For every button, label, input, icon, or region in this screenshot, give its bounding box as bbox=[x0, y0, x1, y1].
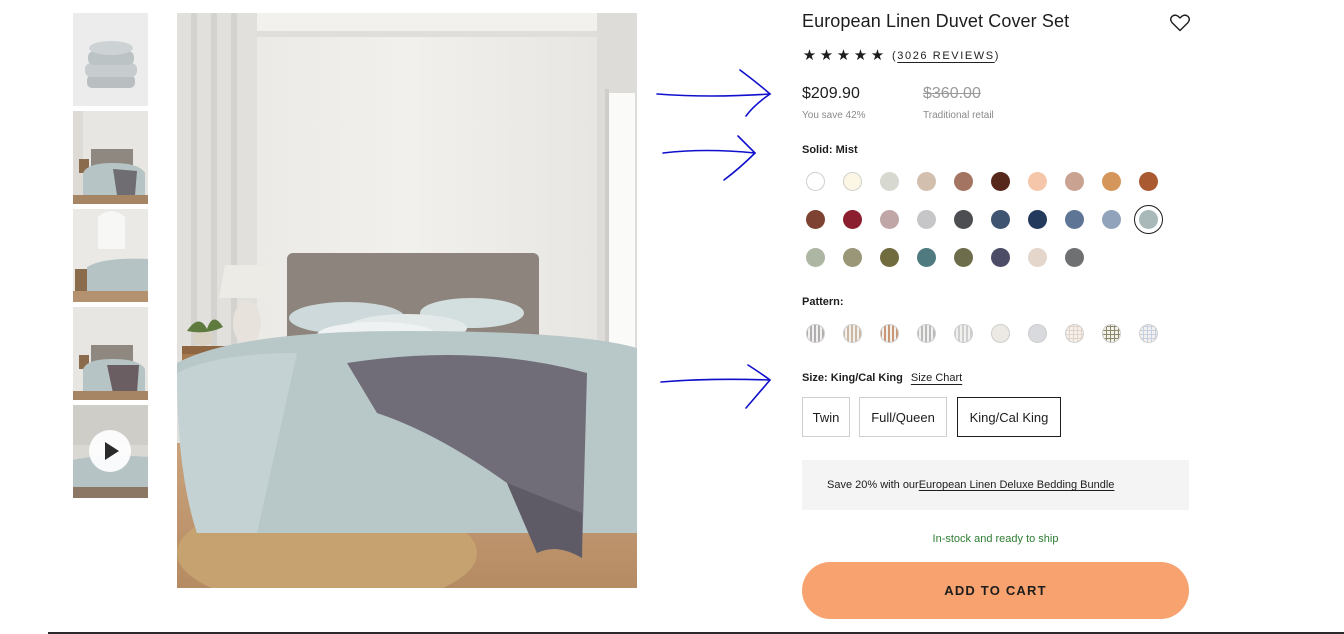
swatch-dusk-blue[interactable] bbox=[1102, 210, 1121, 229]
swatch-fog[interactable] bbox=[880, 172, 899, 191]
thumbnail-bed-throw[interactable] bbox=[73, 307, 148, 400]
swatch-slate-blue[interactable] bbox=[1065, 210, 1084, 229]
swatch-white[interactable] bbox=[806, 172, 825, 191]
swatch-rust[interactable] bbox=[1139, 172, 1158, 191]
size-option-king-cal-king[interactable]: King/Cal King bbox=[957, 397, 1061, 437]
swatch-peach[interactable] bbox=[1028, 172, 1047, 191]
savings-text: You save 42% bbox=[802, 110, 866, 121]
swatch-blush[interactable] bbox=[1065, 172, 1084, 191]
star-icon: ★ bbox=[870, 46, 885, 64]
pattern-swatch-stripe-sand[interactable] bbox=[843, 324, 862, 343]
swatch-teal[interactable] bbox=[917, 248, 936, 267]
star-icon: ★ bbox=[853, 46, 868, 64]
annotation-arrows bbox=[656, 69, 772, 409]
size-option-full-queen[interactable]: Full/Queen bbox=[859, 397, 947, 437]
swatch-olive-grey[interactable] bbox=[843, 248, 862, 267]
swatch-espresso[interactable] bbox=[991, 172, 1010, 191]
swatch-pebble[interactable] bbox=[917, 210, 936, 229]
swatch-amber[interactable] bbox=[1102, 172, 1121, 191]
main-product-image bbox=[177, 13, 637, 588]
bundle-link[interactable]: European Linen Deluxe Bedding Bundle bbox=[919, 479, 1115, 491]
size-chart-link[interactable]: Size Chart bbox=[911, 372, 962, 384]
swatch-navy[interactable] bbox=[1028, 210, 1047, 229]
pattern-swatch-solid-silver[interactable] bbox=[1028, 324, 1047, 343]
swatch-pinstripe-grey[interactable] bbox=[1065, 248, 1084, 267]
reviews-close-paren: ) bbox=[994, 49, 1000, 62]
size-label-text: Size: bbox=[802, 372, 828, 384]
play-icon[interactable] bbox=[89, 430, 131, 472]
thumbnail-folded-bedding[interactable] bbox=[73, 13, 148, 106]
size-selected-value: King/Cal King bbox=[830, 372, 903, 384]
swatch-sage[interactable] bbox=[806, 248, 825, 267]
swatch-mauve[interactable] bbox=[880, 210, 899, 229]
reviews-count: (3026 REVIEWS) bbox=[892, 50, 1000, 62]
reviews-link[interactable]: 3026 REVIEWS bbox=[897, 50, 994, 62]
heart-icon[interactable] bbox=[1170, 14, 1190, 32]
size-label: Size: King/Cal King Size Chart bbox=[802, 372, 962, 384]
original-price: $360.00 bbox=[923, 85, 981, 102]
sale-price: $209.90 bbox=[802, 85, 860, 102]
stock-status: In-stock and ready to ship bbox=[932, 533, 1059, 545]
solid-label-text: Solid: bbox=[802, 144, 833, 156]
pattern-swatch-grid-blush[interactable] bbox=[1065, 324, 1084, 343]
swatch-cream[interactable] bbox=[843, 172, 862, 191]
pattern-swatch-stripe-rust[interactable] bbox=[880, 324, 899, 343]
pattern-swatch-grid-olive[interactable] bbox=[1102, 324, 1121, 343]
swatch-oat[interactable] bbox=[1028, 248, 1047, 267]
swatch-crimson[interactable] bbox=[843, 210, 862, 229]
bundle-promo: Save 20% with our European Linen Deluxe … bbox=[802, 460, 1189, 510]
swatch-clay[interactable] bbox=[954, 172, 973, 191]
pattern-swatch-solid-ivory[interactable] bbox=[991, 324, 1010, 343]
thumbnail-bed-side[interactable] bbox=[73, 209, 148, 302]
swatch-charcoal[interactable] bbox=[954, 210, 973, 229]
product-title: European Linen Duvet Cover Set bbox=[802, 11, 1070, 31]
solid-selected-value: Mist bbox=[835, 144, 858, 156]
star-icon: ★ bbox=[836, 46, 851, 64]
swatch-moss[interactable] bbox=[954, 248, 973, 267]
bundle-promo-text: Save 20% with our bbox=[827, 479, 919, 491]
pattern-label: Pattern: bbox=[802, 296, 844, 308]
pattern-swatch-stripe-charcoal[interactable] bbox=[806, 324, 825, 343]
thumbnail-video[interactable] bbox=[73, 405, 148, 498]
size-option-twin[interactable]: Twin bbox=[802, 397, 850, 437]
pattern-swatch-grid-blue[interactable] bbox=[1139, 324, 1158, 343]
swatch-eclipse[interactable] bbox=[991, 248, 1010, 267]
swatch-olive[interactable] bbox=[880, 248, 899, 267]
thumbnail-strip bbox=[73, 13, 148, 503]
add-to-cart-button[interactable]: ADD TO CART bbox=[802, 562, 1189, 619]
pattern-swatch-stripe-grey[interactable] bbox=[917, 324, 936, 343]
pattern-swatch-stripe-light-grey[interactable] bbox=[954, 324, 973, 343]
retail-label: Traditional retail bbox=[923, 110, 994, 121]
swatch-mist[interactable] bbox=[1134, 205, 1163, 234]
rating: ★ ★ ★ ★ ★ (3026 REVIEWS) bbox=[802, 48, 1000, 63]
swatch-brick[interactable] bbox=[806, 210, 825, 229]
swatch-sand[interactable] bbox=[917, 172, 936, 191]
star-icon: ★ bbox=[802, 46, 817, 64]
solid-color-label: Solid: Mist bbox=[802, 144, 858, 156]
star-icon: ★ bbox=[819, 46, 834, 64]
thumbnail-bed-front[interactable] bbox=[73, 111, 148, 204]
swatch-denim[interactable] bbox=[991, 210, 1010, 229]
